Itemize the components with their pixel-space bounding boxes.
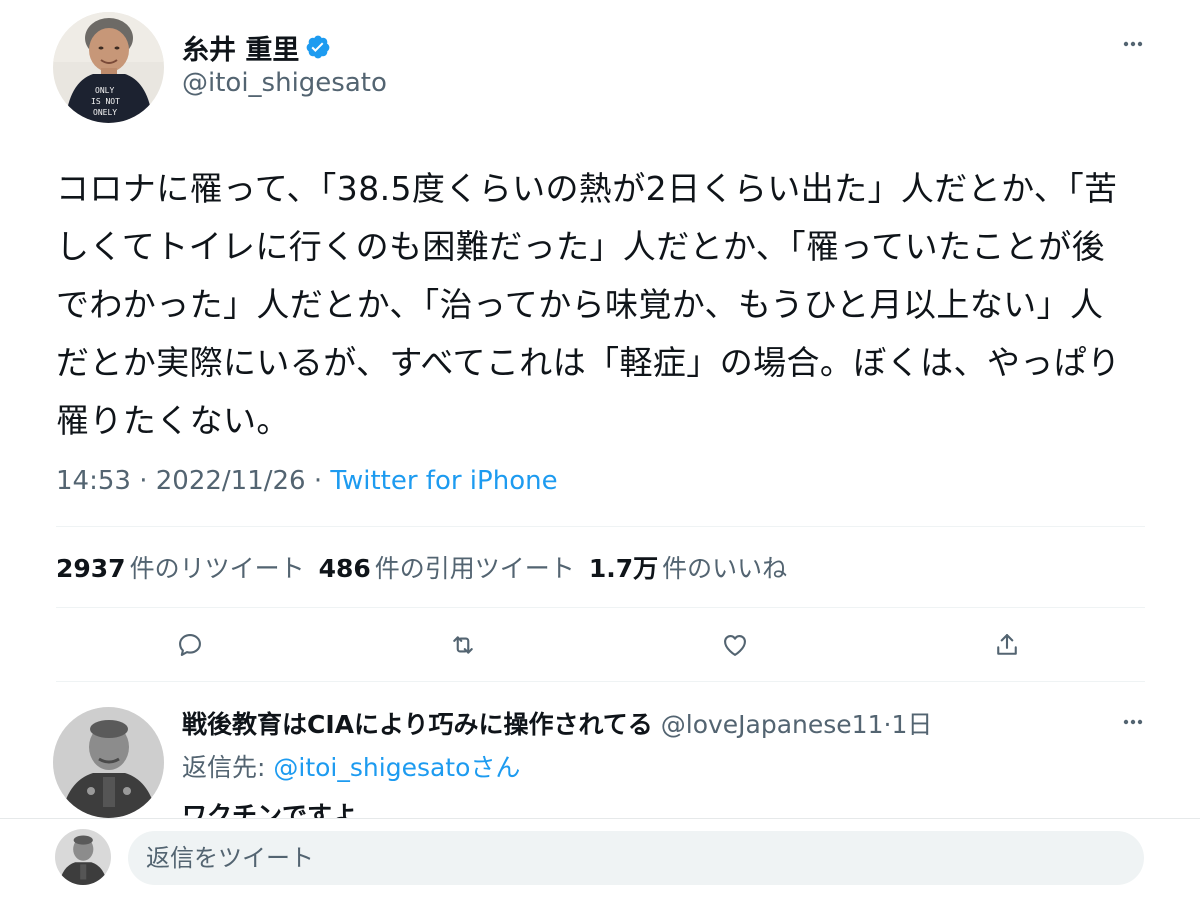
reply-age: 1日 [891,710,933,739]
avatar-shirt-text-3: ONELY [93,108,117,117]
like-icon[interactable] [718,628,752,662]
reply-input[interactable] [128,831,1144,885]
quotes-count: 486 [318,554,371,583]
likes-label: 件のいいね [662,554,788,583]
mention-suffix: さん [470,753,521,782]
more-options-icon[interactable] [1116,34,1150,54]
divider [56,526,1145,527]
author-name[interactable]: 糸井 重里 [182,28,299,67]
replying-to-mention[interactable]: @itoi_shigesatoさん [273,753,520,782]
reply-author-name[interactable]: 戦後教育はCIAにより巧みに操作されてる [182,705,653,741]
likes-stat[interactable]: 1.7万 件のいいね [589,549,787,585]
retweets-stat[interactable]: 2937 件のリツイート [56,549,305,585]
replying-to: 返信先: @itoi_shigesatoさん [182,748,520,784]
share-icon[interactable] [990,628,1024,662]
quotes-stat[interactable]: 486 件の引用ツイート [319,549,575,585]
tweet-stats: 2937 件のリツイート 486 件の引用ツイート 1.7万 件のいいね [56,549,801,585]
avatar-shirt-text-2: IS NOT [91,97,120,106]
reply-icon[interactable] [173,628,207,662]
author-handle[interactable]: @itoi_shigesato [182,68,387,98]
retweet-icon[interactable] [446,628,480,662]
tweet-time: 14:53 [56,466,131,496]
reply-composer-bar [0,818,1200,897]
tweet-text: コロナに罹って、「38.5度くらいの熱が2日くらい出た」人だとか、「苦しくてトイ… [56,169,1121,440]
reply-more-options-icon[interactable] [1116,712,1150,732]
reply-author-handle[interactable]: @loveJapanese11 [661,710,884,739]
retweets-count: 2937 [56,554,126,583]
tweet-meta: 14:53 · 2022/11/26 · Twitter for iPhone [56,466,558,496]
replying-to-prefix: 返信先: [182,753,266,782]
author-avatar[interactable]: ONLY IS NOT ONELY [53,12,164,123]
verified-badge-icon [305,34,331,60]
divider [56,607,1145,608]
meta-separator: · [883,710,892,739]
retweets-label: 件のリツイート [129,554,305,583]
tweet-detail-page: ONLY IS NOT ONELY 糸井 重里 @itoi_shigesato … [0,0,1200,897]
avatar-shirt-text-1: ONLY [95,86,114,95]
tweet-date[interactable]: 2022/11/26 [156,466,306,496]
likes-count: 1.7万 [588,554,659,583]
quotes-label: 件の引用ツイート [374,554,575,583]
author-name-row[interactable]: 糸井 重里 [182,28,331,67]
reply-header[interactable]: 戦後教育はCIAにより巧みに操作されてる @loveJapanese11 · 1… [182,705,932,741]
reply-author-avatar[interactable] [53,707,164,818]
divider [56,681,1145,682]
tweet-source[interactable]: Twitter for iPhone [330,466,557,496]
meta-separator: · [313,466,323,496]
composer-avatar [55,829,111,885]
meta-separator: · [139,466,148,496]
mention-handle[interactable]: @itoi_shigesato [273,753,470,782]
